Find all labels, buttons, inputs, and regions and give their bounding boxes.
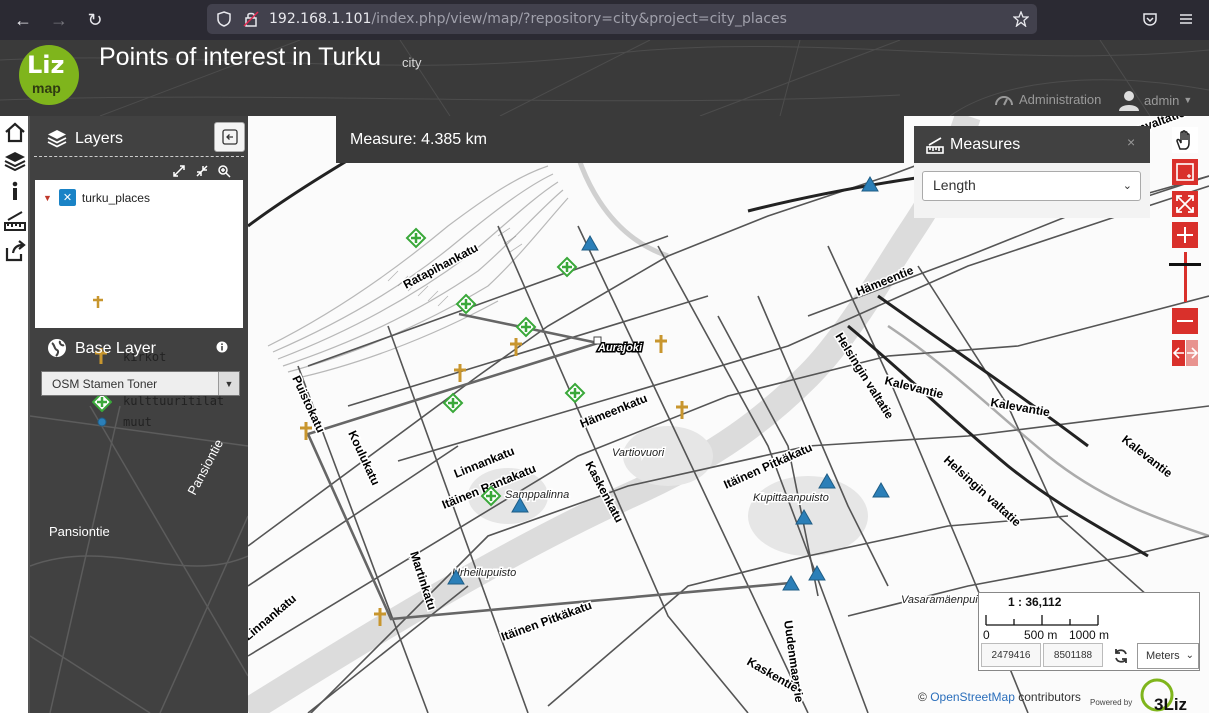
measures-header: Measures × [914,126,1150,163]
administration-link[interactable]: Administration [995,92,1101,107]
layers-panel-collapse-button[interactable] [214,122,245,152]
expand-all-icon[interactable] [171,163,187,179]
collapse-left-icon [221,129,238,145]
chevron-down-icon: ⌄ [1185,650,1194,661]
browser-toolbar: ← → ↻ 192.168.1.101/index.php/view/map/?… [0,0,1209,40]
legend-label-muut: muut [123,415,152,429]
app-header: Liz map Points of interest in Turku city… [0,40,1209,116]
base-layer-header: Base Layer [34,330,244,366]
menu-icon[interactable] [1178,11,1194,27]
minus-icon [1177,320,1193,322]
collapse-all-icon[interactable] [194,163,210,179]
lizmap-logo[interactable]: Liz map [19,45,79,105]
layer-visibility-checkbox[interactable]: ✕ [58,189,76,206]
dropdown-arrow-icon: ▼ [218,372,239,395]
map-label-pansiontie-1: Pansiontie [49,524,110,539]
scale-and-coordinates: 1 : 36,112 0 500 m 1000 m 2479416 850118… [978,592,1200,671]
layers-panel: Pansiontie Pansiontie Layers ▼ ✕ turku_p… [30,116,248,713]
zoom-box-icon [1176,163,1194,181]
left-menu-bar [0,116,30,713]
scale-bar [985,615,1099,626]
caret-down-icon[interactable]: ▼ [43,193,52,203]
measure-type-select[interactable]: Length ⌄ [922,171,1141,201]
zoom-slider-track[interactable] [1184,252,1187,302]
dashboard-icon [995,95,1013,105]
layer-tree: ▼ ✕ turku_places kirkot liikuntapaikat k… [35,180,243,429]
layer-item-turku-places[interactable]: ▼ ✕ turku_places [43,189,150,206]
map-attribution: © OpenStreetMap contributors [918,690,1081,704]
url-bar[interactable]: 192.168.1.101/index.php/view/map/?reposi… [207,4,1037,34]
legend-cross-icon [93,296,103,308]
layers-separator [34,156,244,157]
user-menu[interactable]: admin ▼ [1118,89,1192,111]
map-label-vartiovuori: Vartiovuori [612,447,665,459]
measure-tool-icon[interactable] [3,209,27,233]
coord-x-field[interactable]: 2479416 [981,643,1041,667]
hand-icon [1176,130,1190,150]
base-layer-select[interactable]: OSM Stamen Toner ▼ [41,371,240,396]
chevron-down-icon: ⌄ [1122,180,1132,192]
info-icon[interactable] [3,179,27,203]
layers-stack-icon [47,130,67,148]
zoom-to-layer-icon[interactable] [216,163,232,179]
zoom-in-button[interactable] [1172,222,1198,248]
scale-ratio: 1 : 36,112 [1008,595,1062,609]
insecure-lock-icon[interactable] [243,11,259,27]
coord-y-field[interactable]: 8501188 [1043,643,1103,667]
fullscreen-extent-icon [1176,195,1194,213]
units-select[interactable]: Meters ⌄ [1137,643,1199,669]
3liz-logo[interactable]: 3Liz [1138,677,1204,714]
layers-icon[interactable] [3,149,27,173]
zoom-box-button[interactable] [1172,159,1198,185]
map-label-samppalinna: Samppalinna [505,489,569,501]
map-label-aurajoki: Aurajoki [597,342,643,354]
arrow-right-icon [1187,347,1198,359]
pocket-icon[interactable] [1142,11,1158,27]
measure-ruler-icon [926,137,944,154]
layers-header: Layers [34,116,245,160]
share-icon[interactable] [3,239,27,263]
zoom-extent-button[interactable] [1172,191,1198,217]
map-label-kupittaanpuisto: Kupittaanpuisto [753,492,829,504]
refresh-coordinates-button[interactable] [1110,645,1132,667]
powered-by-label: Powered by [1090,698,1133,707]
openstreetmap-link[interactable]: OpenStreetMap [930,690,1015,704]
caret-down-icon: ▼ [1183,95,1193,105]
legend-circle-icon [97,417,107,427]
measure-result: Measure: 4.385 km [336,116,904,163]
reload-icon[interactable]: ↻ [83,8,107,32]
plus-icon [1177,227,1193,243]
user-icon [1119,91,1139,111]
page-title: Points of interest in Turku [99,43,382,71]
refresh-icon [1115,649,1127,663]
back-icon[interactable]: ← [11,8,35,32]
previous-view-button[interactable] [1172,340,1185,366]
bookmark-star-icon[interactable] [1013,11,1029,27]
zoom-out-button[interactable] [1172,308,1198,334]
map-label-pansiontie-2: Pansiontie [184,437,226,498]
forward-icon[interactable]: → [47,8,71,32]
url-text: 192.168.1.101/index.php/view/map/?reposi… [269,11,787,27]
arrow-left-icon [1172,347,1184,359]
next-view-button[interactable] [1186,340,1198,366]
info-icon[interactable] [216,341,228,353]
map-label-urheilupuisto: Urheilupuisto [452,567,516,579]
home-icon[interactable] [3,120,27,144]
shield-icon[interactable] [216,11,232,27]
globe-icon [48,339,66,357]
3liz-logo-text: 3Liz [1154,695,1187,713]
legend-label-kulttuuritilat: kulttuuritilat [123,394,225,408]
pan-hand-button[interactable] [1172,127,1198,153]
measures-panel: Measures × Length ⌄ [914,126,1150,218]
zoom-slider-handle[interactable] [1169,263,1201,266]
measures-close-button[interactable]: × [1127,134,1135,150]
repository-name: city [402,55,422,70]
